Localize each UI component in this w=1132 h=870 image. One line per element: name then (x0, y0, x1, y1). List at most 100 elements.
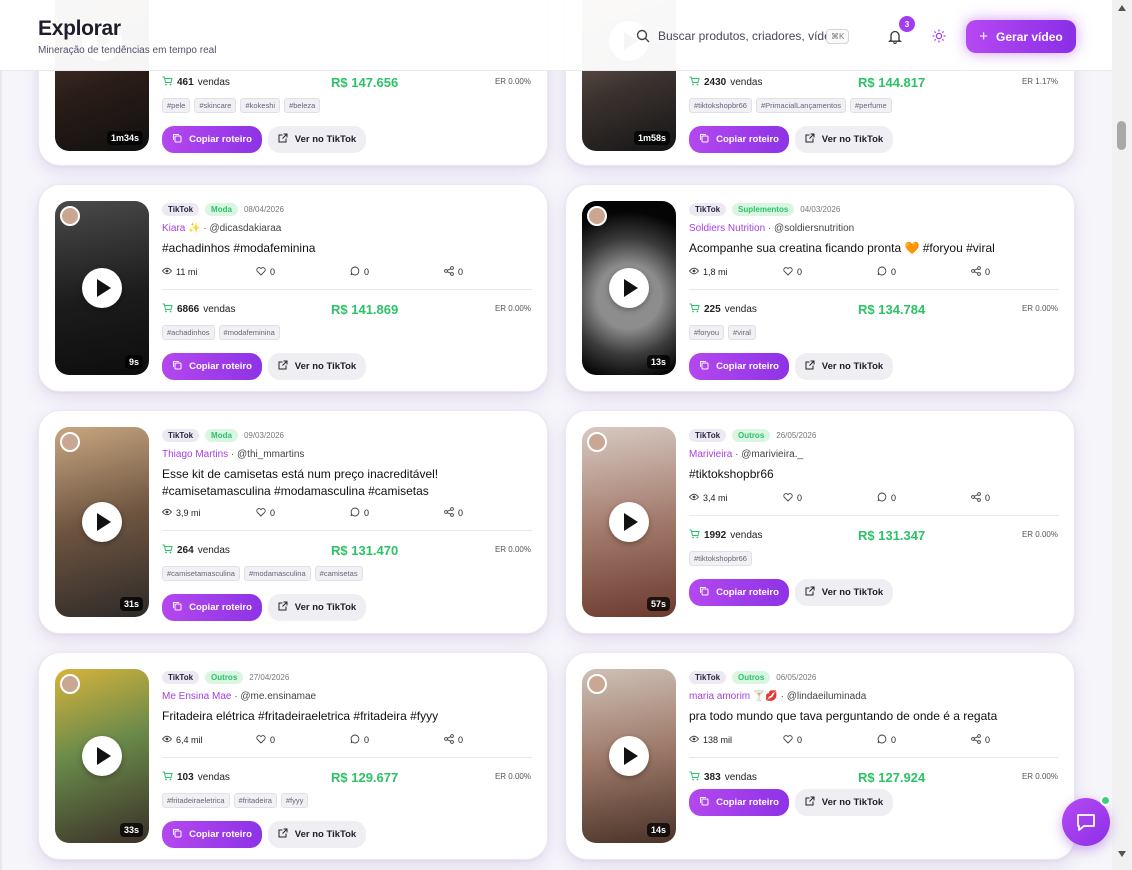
video-caption: pra todo mundo que tava perguntando de o… (689, 709, 998, 723)
creator-link[interactable]: Me Ensina Mae · @me.ensinamae (162, 691, 316, 702)
external-link-icon (278, 828, 288, 841)
category-badge: Outros (732, 671, 771, 684)
scrollbar[interactable] (1112, 0, 1132, 870)
view-on-tiktok-button[interactable]: Ver no TikTok (795, 353, 893, 380)
theme-toggle[interactable] (928, 25, 950, 47)
hashtag-chip[interactable]: #skincare (194, 98, 237, 113)
view-on-tiktok-button[interactable]: Ver no TikTok (268, 594, 366, 621)
view-on-tiktok-button[interactable]: Ver no TikTok (795, 789, 893, 816)
hashtag-chip[interactable]: #viral (728, 325, 756, 340)
engagement-rate: ER 0.00% (1021, 530, 1058, 539)
play-button[interactable] (82, 736, 122, 776)
comment-icon (350, 266, 360, 278)
card-meta: TikTok Moda 08/04/2026 (162, 203, 284, 216)
shares-stat: 0 (444, 507, 463, 519)
view-on-tiktok-button[interactable]: Ver no TikTok (268, 821, 366, 848)
creator-link[interactable]: Marivieira · @marivieira._ (689, 449, 803, 460)
hashtag-chip[interactable]: #foryou (689, 325, 725, 340)
hashtag-chip[interactable]: #PrimacialLançamentos (755, 98, 846, 113)
cart-icon (689, 771, 700, 784)
hashtag-chip[interactable]: #fritadeiraeletrica (162, 793, 230, 808)
play-button[interactable] (609, 502, 649, 542)
creator-link[interactable]: Thiago Martins · @thi_mmartins (162, 449, 304, 460)
creator-link[interactable]: Kiara ✨ · @dicasdakiaraa (162, 223, 281, 234)
eye-icon (688, 493, 700, 503)
platform-badge: TikTok (162, 429, 200, 442)
video-thumbnail[interactable]: 33s (55, 669, 149, 843)
card-meta: TikTok Moda 09/03/2026 (162, 429, 284, 442)
notifications-button[interactable]: 3 (882, 16, 915, 48)
view-on-tiktok-button[interactable]: Ver no TikTok (795, 126, 893, 153)
copy-script-button[interactable]: Copiar roteiro (689, 789, 789, 816)
copy-script-button[interactable]: Copiar roteiro (689, 579, 789, 606)
hashtag-chip[interactable]: #fyyy (280, 793, 309, 808)
hashtag-chip[interactable]: #fritadeira (233, 793, 277, 808)
copy-script-button[interactable]: Copiar roteiro (162, 821, 262, 848)
creator-avatar (587, 674, 607, 694)
hashtag-chip[interactable]: #tiktokshopbr66 (689, 98, 752, 113)
copy-script-button[interactable]: Copiar roteiro (162, 126, 262, 153)
search-bar[interactable]: ⌘K (632, 22, 858, 50)
eye-icon (161, 735, 173, 745)
post-date: 26/05/2026 (776, 431, 817, 440)
engagement-stats: 11 mi 0 0 0 (161, 266, 532, 278)
view-on-tiktok-button[interactable]: Ver no TikTok (268, 126, 366, 153)
left-border (0, 71, 2, 870)
chat-button[interactable] (1062, 795, 1111, 846)
scrollbar-thumb[interactable] (1117, 121, 1126, 150)
hashtag-chip[interactable]: #camisetas (314, 566, 363, 581)
sales-count: 461 vendas (162, 76, 230, 89)
hashtag-chip[interactable]: #perfume (850, 98, 892, 113)
creator-link[interactable]: maria amorim 🍸💋 · @lindaeiluminada (689, 691, 866, 702)
copy-icon (172, 601, 182, 614)
cart-icon (162, 303, 173, 316)
external-link-icon (805, 133, 815, 146)
cart-icon (162, 771, 173, 784)
hashtag-chip[interactable]: #kokeshi (240, 98, 281, 113)
hashtag-chip[interactable]: #camisetamasculina (162, 566, 240, 581)
video-caption: Acompanhe sua creatina ficando pronta 🧡 … (689, 241, 995, 255)
video-caption: Fritadeira elétrica #fritadeiraeletrica … (162, 709, 439, 723)
scroll-up-arrow[interactable] (1118, 5, 1126, 11)
play-button[interactable] (82, 502, 122, 542)
video-card: 13s TikTok Suplementos 04/03/2026 Soldier… (565, 184, 1075, 392)
creator-name: Soldiers Nutrition (689, 223, 766, 234)
engagement-stats: 3,4 mi 0 0 0 (688, 492, 1059, 504)
likes-stat: 0 (256, 266, 350, 278)
card-meta: TikTok Outros 26/05/2026 (689, 429, 816, 442)
search-input[interactable] (658, 29, 826, 43)
generate-video-button[interactable]: + Gerar vídeo (966, 20, 1076, 53)
video-thumbnail[interactable]: 14s (582, 669, 676, 843)
copy-script-button[interactable]: Copiar roteiro (162, 353, 262, 380)
video-thumbnail[interactable]: 57s (582, 427, 676, 617)
hashtag-chip[interactable]: #beleza (284, 98, 321, 113)
copy-script-button[interactable]: Copiar roteiro (689, 126, 789, 153)
creator-handle: · @dicasdakiaraa (203, 223, 282, 234)
scroll-down-arrow[interactable] (1118, 851, 1126, 857)
video-thumbnail[interactable]: 31s (55, 427, 149, 617)
video-thumbnail[interactable]: 13s (582, 201, 676, 375)
engagement-rate: ER 0.00% (494, 77, 531, 86)
view-on-tiktok-button[interactable]: Ver no TikTok (268, 353, 366, 380)
play-button[interactable] (609, 268, 649, 308)
chat-icon (1077, 814, 1095, 831)
hashtag-chip[interactable]: #pele (162, 98, 191, 113)
copy-icon (172, 133, 182, 146)
heart-icon (256, 734, 266, 746)
views-stat: 11 mi (161, 266, 256, 278)
play-button[interactable] (609, 736, 649, 776)
view-on-tiktok-button[interactable]: Ver no TikTok (795, 579, 893, 606)
hashtag-chip[interactable]: #modafeminina (218, 325, 280, 340)
play-button[interactable] (82, 268, 122, 308)
video-thumbnail[interactable]: 9s (55, 201, 149, 375)
copy-script-button[interactable]: Copiar roteiro (162, 594, 262, 621)
copy-script-button[interactable]: Copiar roteiro (689, 353, 789, 380)
engagement-stats: 6,4 mil 0 0 0 (161, 734, 532, 746)
video-duration: 1m34s (106, 131, 143, 145)
hashtag-chip[interactable]: #tiktokshopbr66 (689, 551, 752, 566)
likes-stat: 0 (783, 492, 877, 504)
hashtag-chip[interactable]: #modamasculina (243, 566, 311, 581)
creator-link[interactable]: Soldiers Nutrition · @soldiersnutrition (689, 223, 854, 234)
hashtag-chip[interactable]: #achadinhos (162, 325, 215, 340)
video-card: 9s TikTok Moda 08/04/2026 Kiara ✨ · @dica… (38, 184, 548, 392)
